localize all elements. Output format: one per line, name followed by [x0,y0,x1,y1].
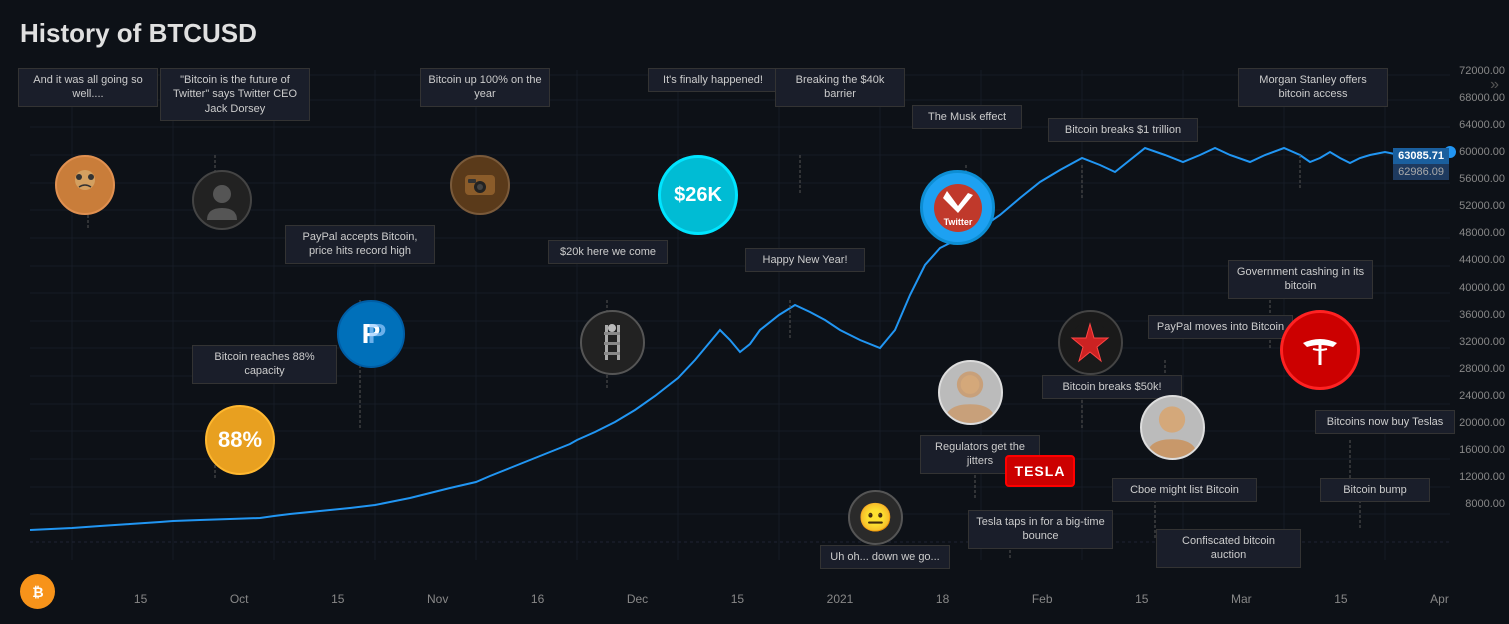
annotation-paypal: PayPal accepts Bitcoin, price hits recor… [285,225,435,264]
annotation-paypal-bitcoin: PayPal moves into Bitcoin [1148,315,1293,339]
y-label-64k: 64000.00 [1459,119,1505,131]
icon-tesla-black: TESLA [1005,455,1075,487]
annotation-down: Uh oh... down we go... [820,545,950,569]
y-label-24k: 24000.00 [1459,390,1505,402]
bitcoin-logo-icon: ₿ [20,574,55,609]
y-label-12k: 12000.00 [1459,471,1505,483]
y-label-32k: 32000.00 [1459,336,1505,348]
x-label-15d: 15 [1135,592,1148,606]
x-label-15a: 15 [134,592,147,606]
icon-yellen [938,360,1003,425]
price-display: 63085.71 62986.09 [1393,148,1449,180]
annotation-going-well: And it was all going so well.... [18,68,158,107]
icon-dorsey [192,170,252,230]
annotation-musk: The Musk effect [912,105,1022,129]
annotation-20k: $20k here we come [548,240,668,264]
annotation-confiscated: Confiscated bitcoin auction [1156,529,1301,568]
chart-container: History of BTCUSD [0,0,1509,624]
icon-government-person [1140,395,1205,460]
icon-ladder [580,310,645,375]
icon-88percent: 88% [205,405,275,475]
x-label-mar: Mar [1231,592,1252,606]
icon-50k-spark [1058,310,1123,375]
x-label-feb: Feb [1032,592,1053,606]
annotation-twitter-dorsey: "Bitcoin is the future of Twitter" says … [160,68,310,121]
annotation-government: Government cashing in its bitcoin [1228,260,1373,299]
annotation-bitcoin-bump: Bitcoin bump [1320,478,1430,502]
x-label-oct: Oct [230,592,249,606]
annotation-1trillion: Bitcoin breaks $1 trillion [1048,118,1198,142]
forward-arrows-icon[interactable]: » [1490,76,1499,93]
annotation-morgan-stanley: Morgan Stanley offers bitcoin access [1238,68,1388,107]
x-label-apr: Apr [1430,592,1449,606]
y-label-36k: 36000.00 [1459,309,1505,321]
annotation-tesla-buy: Bitcoins now buy Teslas [1315,410,1455,434]
annotation-50k: Bitcoin breaks $50k! [1042,375,1182,399]
annotation-88-capacity: Bitcoin reaches 88% capacity [192,345,337,384]
price-low: 62986.09 [1393,164,1449,180]
svg-text:P: P [368,318,387,349]
icon-sad: 😐 [848,490,903,545]
x-label-18: 18 [936,592,949,606]
icon-musk-twitter: Twitter [920,170,995,245]
x-label-dec: Dec [627,592,648,606]
icon-26k: $26K [658,155,738,235]
svg-text:Twitter: Twitter [943,217,972,227]
icon-going-well [55,155,115,215]
y-label-16k: 16000.00 [1459,444,1505,456]
x-label-15c: 15 [731,592,744,606]
y-label-8k: 8000.00 [1459,498,1505,510]
x-label-15e: 15 [1334,592,1347,606]
x-label-16: 16 [531,592,544,606]
annotation-new-year: Happy New Year! [745,248,865,272]
y-label-28k: 28000.00 [1459,363,1505,375]
y-label-48k: 48000.00 [1459,227,1505,239]
y-label-52k: 52000.00 [1459,200,1505,212]
annotation-40k: Breaking the $40k barrier [775,68,905,107]
y-label-60k: 60000.00 [1459,146,1505,158]
icon-tesla-red [1280,310,1360,390]
y-label-20k: 20000.00 [1459,417,1505,429]
annotation-100percent: Bitcoin up 100% on the year [420,68,550,107]
x-label-nov: Nov [427,592,448,606]
y-label-44k: 44000.00 [1459,254,1505,266]
icon-radio [450,155,510,215]
annotation-tesla-bounce: Tesla taps in for a big-time bounce [968,510,1113,549]
price-high: 63085.71 [1393,148,1449,164]
x-label-2021: 2021 [827,592,854,606]
x-label-15b: 15 [331,592,344,606]
icon-paypal: P P [337,300,405,368]
y-label-40k: 40000.00 [1459,282,1505,294]
svg-text:₿: ₿ [32,584,43,600]
nav-arrows[interactable]: » [1490,76,1499,94]
annotation-cboe: Cboe might list Bitcoin [1112,478,1257,502]
x-axis: Sep 15 Oct 15 Nov 16 Dec 15 2021 18 Feb … [30,592,1449,606]
y-label-56k: 56000.00 [1459,173,1505,185]
annotation-finally: It's finally happened! [648,68,778,92]
